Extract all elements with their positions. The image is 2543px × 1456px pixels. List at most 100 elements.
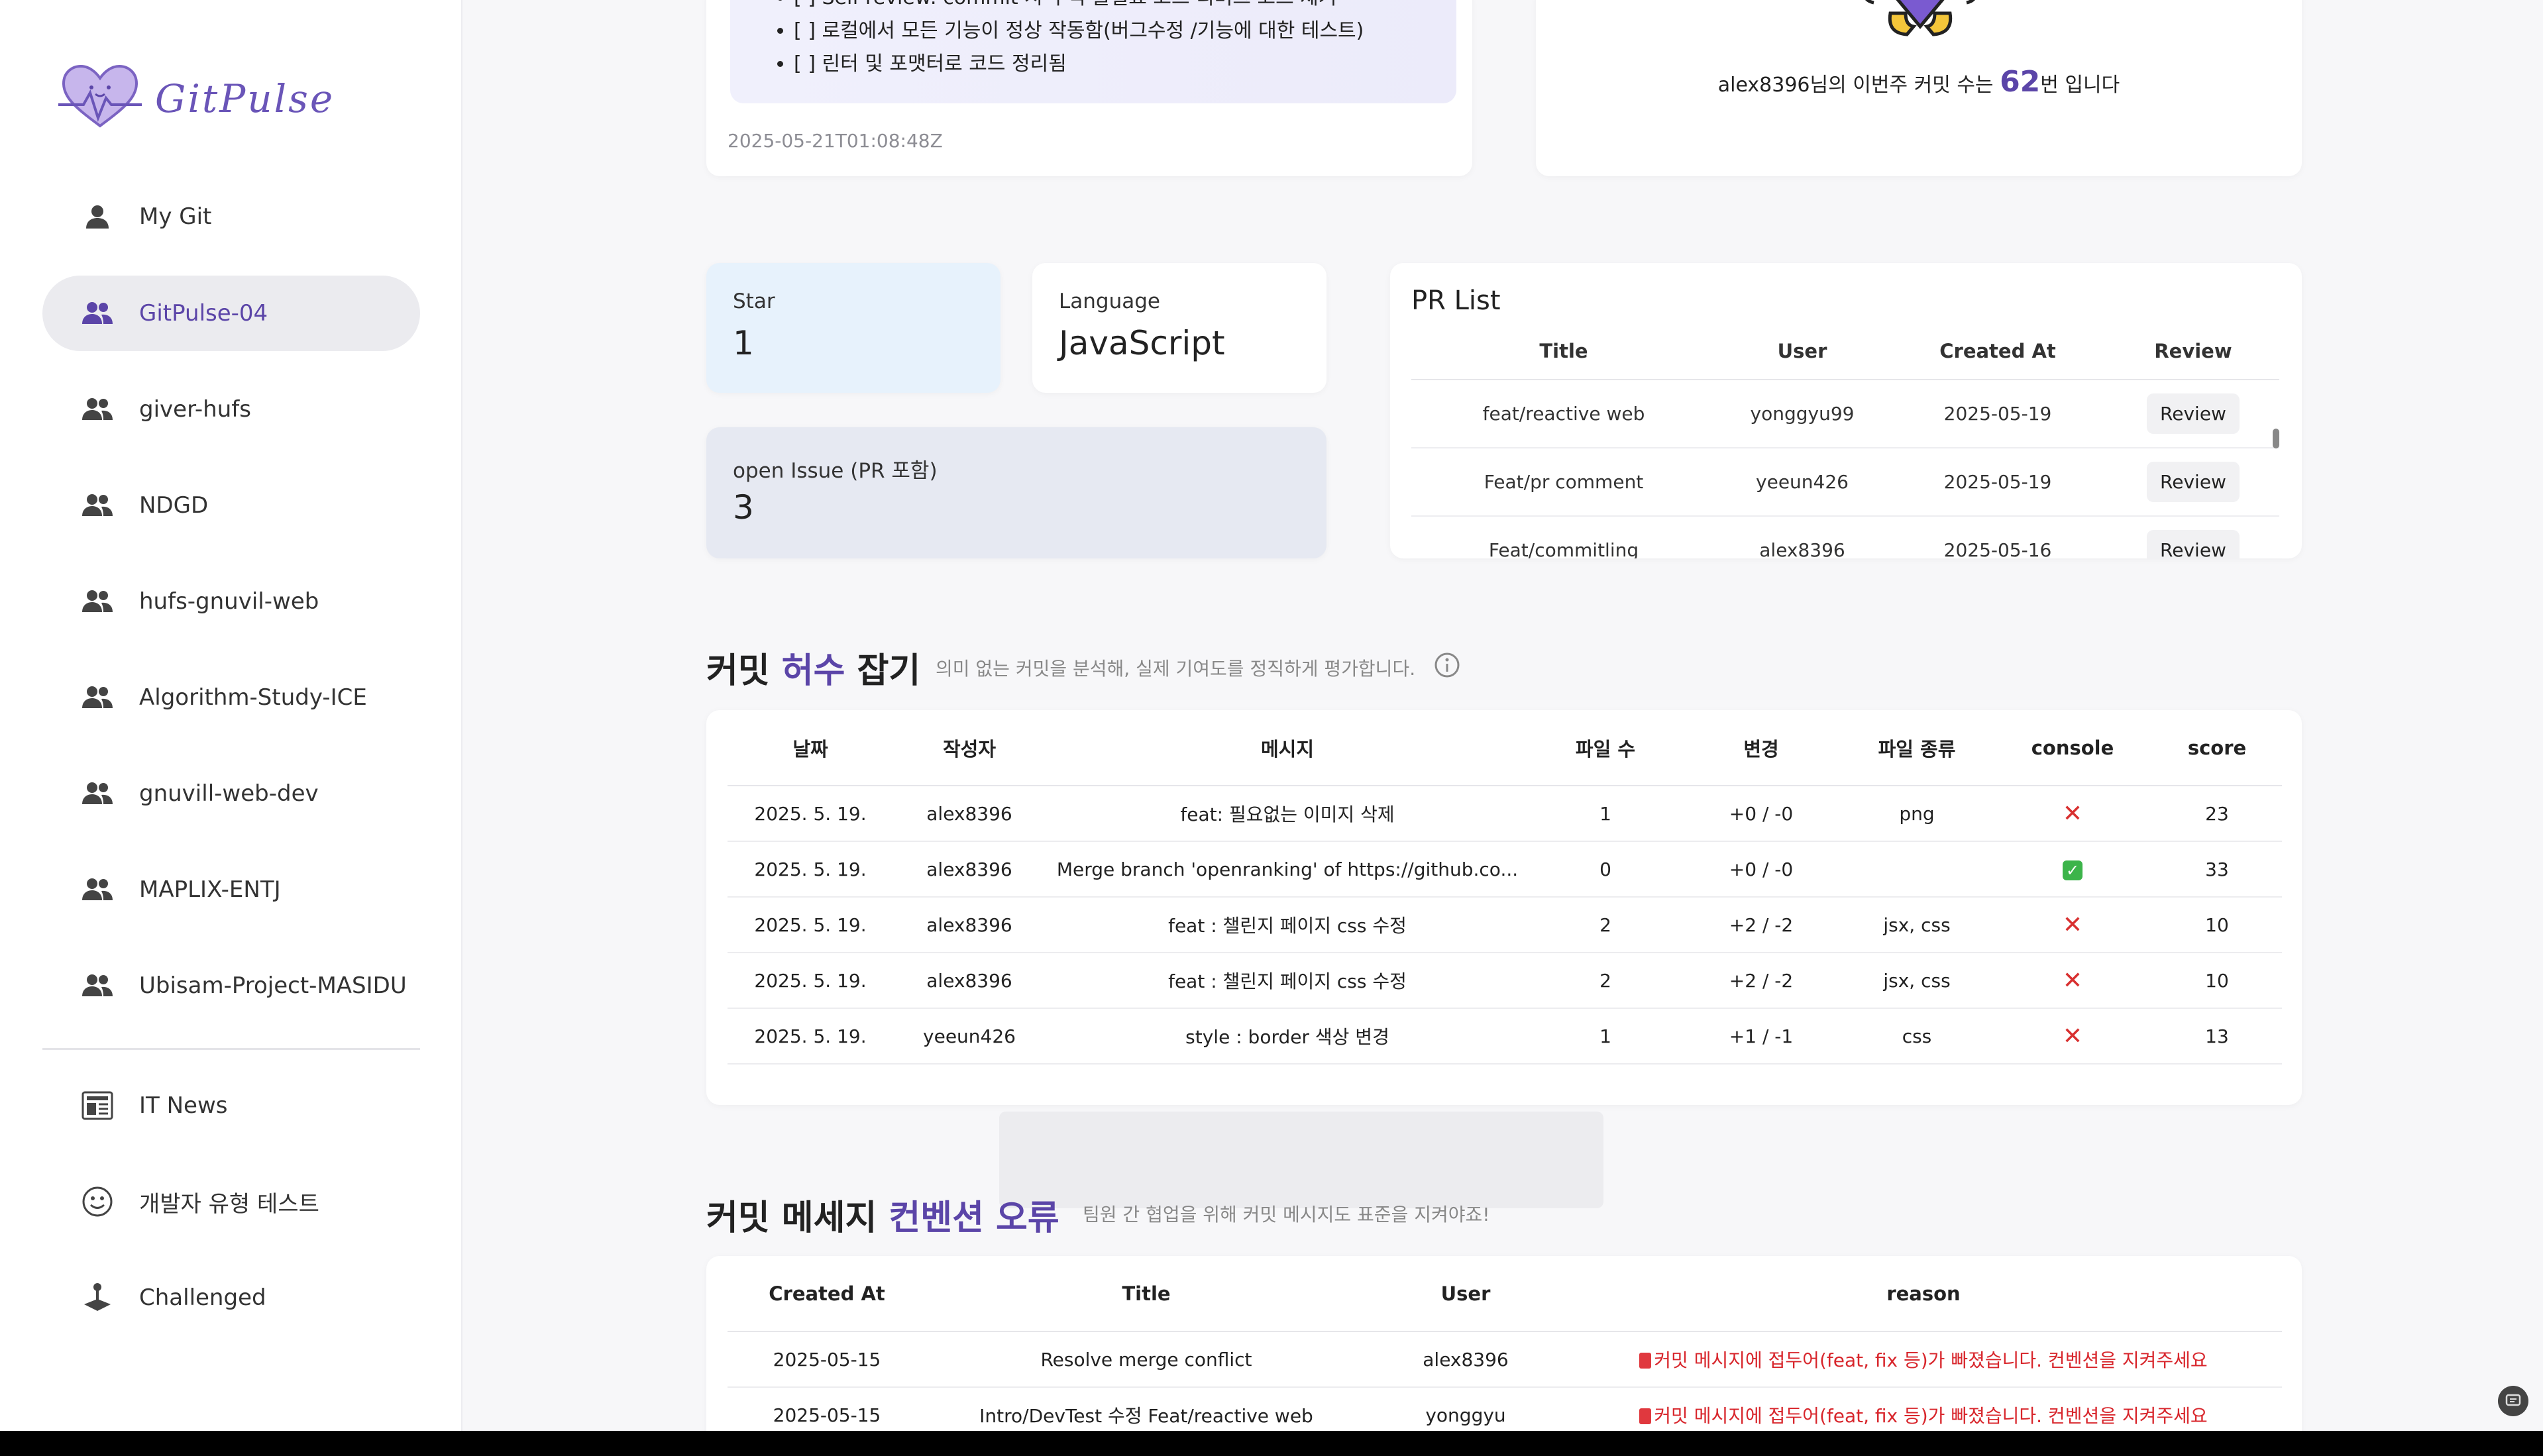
language-value: JavaScript [1059, 324, 1225, 362]
cell-files: 0 [1529, 841, 1682, 898]
review-button[interactable]: Review [2147, 393, 2240, 434]
cell-reason: 커밋 메시지에 접두어(feat, fix 등)가 빠졌습니다. 컨벤션을 지켜… [1654, 1405, 2208, 1427]
pr-list-scrollbar[interactable] [2273, 429, 2279, 448]
cell-date: 2025. 5. 19. [728, 953, 893, 1009]
sidebar-item-ubisam-project-masidu[interactable]: Ubisam-Project-MASIDU [42, 948, 420, 1023]
sidebar-item-challenged[interactable]: Challenged [42, 1260, 420, 1335]
commit-suffix: 번 입니다 [2040, 74, 2120, 97]
star-label: Star [733, 289, 775, 313]
sidebar-item-my-git[interactable]: My Git [42, 179, 420, 254]
sidebar-item-algorithm-study-ice[interactable]: Algorithm-Study-ICE [42, 660, 420, 735]
cell-files: 2 [1529, 953, 1682, 1009]
table-row: 2025. 5. 19. alex8396 feat : 챌린지 페이지 css… [728, 953, 2282, 1009]
cell-message: feat : 챌린지 페이지 css 수정 [1046, 953, 1529, 1009]
sidebar-item-label: My Git [139, 203, 212, 230]
col-console: console [1993, 710, 2152, 786]
pr-created-cell: 2025-05-16 [1888, 516, 2107, 558]
convention-title: 커밋 메세지 컨벤션 오류 [706, 1190, 1059, 1239]
heart-pulse-icon [57, 61, 143, 136]
col-file-types: 파일 종류 [1841, 710, 1993, 786]
pr-user-cell: yonggyu99 [1716, 380, 1888, 448]
sidebar-item-label: GitPulse-04 [139, 300, 268, 327]
weekly-commit-text: alex8396님의 이번주 커밋 수는 62번 입니다 [1536, 65, 2302, 99]
cell-message: feat : 챌린지 페이지 css 수정 [1046, 897, 1529, 953]
group-icon [81, 873, 114, 906]
cell-created: 2025-05-15 [728, 1331, 926, 1388]
logo-text: GitPulse [155, 76, 335, 121]
commit-user: alex8396 [1717, 74, 1810, 97]
convention-card: Created At Title User reason 2025-05-15 … [706, 1256, 2302, 1448]
commit-analysis-card: 날짜 작성자 메시지 파일 수 변경 파일 종류 console score 2… [706, 710, 2302, 1105]
cell-message: Merge branch 'openranking' of https://gi… [1046, 841, 1529, 898]
cell-change: +0 / -0 [1682, 841, 1841, 898]
check-mark-icon: ✓ [2063, 860, 2083, 880]
convention-desc: 팀원 간 협업을 위해 커밋 메시지도 표준을 지켜야죠! [1083, 1204, 1490, 1225]
sidebar-item-ndgd[interactable]: NDGD [42, 468, 420, 543]
cell-files: 1 [1529, 1008, 1682, 1065]
sidebar-item-label: gnuvill-web-dev [139, 780, 319, 807]
sidebar-item-label: NDGD [139, 492, 209, 519]
sidebar-item-maplix-entj[interactable]: MAPLIX-ENTJ [42, 852, 420, 927]
pr-list-title: PR List [1411, 286, 1501, 316]
title-part: 커밋 메세지 [706, 1198, 889, 1238]
cross-mark-icon: ✕ [2062, 1022, 2083, 1050]
group-icon [81, 777, 114, 810]
language-card: Language JavaScript [1032, 263, 1326, 393]
smiley-icon [81, 1185, 114, 1218]
commit-table: 날짜 작성자 메시지 파일 수 변경 파일 종류 console score 2… [728, 710, 2282, 1065]
cell-title: Resolve merge conflict [926, 1331, 1366, 1388]
sidebar-item-dev-type-test[interactable]: 개발자 유형 테스트 [42, 1164, 420, 1239]
sidebar-item-label: MAPLIX-ENTJ [139, 876, 281, 903]
pr-title-cell: Feat/commitling [1411, 516, 1716, 558]
sidebar-item-hufs-gnuvil-web[interactable]: hufs-gnuvil-web [42, 564, 420, 639]
pr-list-card: PR List Title User Created At Review fea… [1390, 263, 2302, 558]
sidebar-item-gitpulse-04[interactable]: GitPulse-04 [42, 276, 420, 351]
readme-date: 2025-05-21T01:08:48Z [728, 130, 943, 152]
group-icon [81, 969, 114, 1002]
cross-mark-icon: ✕ [2062, 911, 2083, 939]
group-icon [81, 585, 114, 618]
cell-files: 2 [1529, 897, 1682, 953]
cell-score: 23 [2152, 786, 2282, 842]
review-button[interactable]: Review [2147, 462, 2240, 502]
pr-row: feat/reactive web yonggyu99 2025-05-19 R… [1411, 380, 2279, 448]
readme-card: [ ] Self-review: commit 시 주석·불필요 코드·디버그 … [706, 0, 1472, 176]
cell-score: 13 [2152, 1008, 2282, 1065]
pr-header-review: Review [2107, 323, 2279, 380]
title-accent: 허수 [781, 651, 845, 691]
language-label: Language [1059, 289, 1160, 313]
cell-score: 10 [2152, 953, 2282, 1009]
table-row: 2025. 5. 19. alex8396 feat: 필요없는 이미지 삭제 … [728, 786, 2282, 842]
cell-message: style : border 색상 변경 [1046, 1008, 1529, 1065]
group-icon [81, 393, 114, 426]
cell-change: +2 / -2 [1682, 953, 1841, 1009]
commit-count: 62 [2000, 65, 2041, 99]
review-button[interactable]: Review [2147, 530, 2240, 558]
cell-types: jsx, css [1841, 897, 1993, 953]
col-user: User [1366, 1256, 1565, 1332]
col-author: 작성자 [893, 710, 1046, 786]
col-date: 날짜 [728, 710, 893, 786]
table-row: 2025-05-15 Resolve merge conflict alex83… [728, 1331, 2282, 1388]
title-part: 잡기 [845, 651, 921, 691]
info-icon[interactable] [1434, 652, 1460, 681]
sidebar-item-gnuvill-web-dev[interactable]: gnuvill-web-dev [42, 756, 420, 831]
star-card: Star 1 [706, 263, 1001, 393]
col-reason: reason [1565, 1256, 2282, 1332]
cell-types: png [1841, 786, 1993, 842]
table-row: 2025. 5. 19. alex8396 Merge branch 'open… [728, 841, 2282, 898]
gitpulse-logo[interactable]: GitPulse [57, 61, 335, 136]
pr-header-user: User [1716, 323, 1888, 380]
col-message: 메시지 [1046, 710, 1529, 786]
pr-header-created: Created At [1888, 323, 2107, 380]
group-icon [81, 681, 114, 714]
chat-icon[interactable] [2498, 1386, 2528, 1416]
cell-date: 2025. 5. 19. [728, 897, 893, 953]
sidebar-item-giver-hufs[interactable]: giver-hufs [42, 372, 420, 447]
cell-types [1841, 841, 1993, 898]
commit-analysis-title: 커밋 허수 잡기 [706, 643, 920, 692]
issue-label: open Issue (PR 포함) [733, 459, 938, 483]
pr-title-cell: Feat/pr comment [1411, 448, 1716, 517]
readme-checklist: [ ] Self-review: commit 시 주석·불필요 코드·디버그 … [730, 0, 1456, 103]
sidebar-item-it-news[interactable]: IT News [42, 1068, 420, 1143]
